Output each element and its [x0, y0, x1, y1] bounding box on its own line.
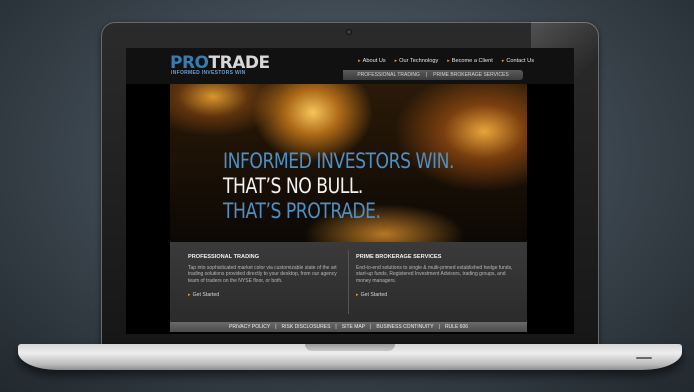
panel-title: PROFESSIONAL TRADING [188, 254, 260, 260]
hero-headline-1: INFORMED INVESTORS WIN. [223, 149, 454, 173]
panel-divider [348, 250, 349, 314]
arrow-bullet-icon: ▸ [501, 58, 505, 64]
trackpad-notch [305, 344, 395, 351]
nav-our-technology[interactable]: ▸ Our Technology [395, 58, 439, 64]
footer-separator: | [438, 324, 440, 330]
footer-separator: | [335, 324, 337, 330]
panel-body: End-to-end solutions to single & multi-p… [356, 265, 513, 284]
nav-label: Our Technology [399, 58, 439, 64]
service-panels: PROFESSIONAL TRADING Tap into sophistica… [170, 242, 527, 322]
hero-headline-2: THAT’S NO BULL. [223, 174, 363, 198]
service-bar: PROFESSIONAL TRADING | PRIME BROKERAGE S… [343, 70, 523, 80]
footer-link-rule-606[interactable]: RULE 606 [445, 324, 468, 330]
service-separator: | [425, 72, 428, 78]
footer-link-business-continuity[interactable]: BUSINESS CONTINUITY [376, 324, 433, 330]
logo-tagline: INFORMED INVESTORS WIN [171, 70, 246, 76]
webcam-icon [347, 30, 351, 34]
footer-separator: | [275, 324, 277, 330]
nav-label: Become a Client [451, 58, 493, 64]
arrow-bullet-icon: ▸ [188, 292, 191, 299]
laptop-screen: PROTRADE INFORMED INVESTORS WIN ▸ About U… [126, 48, 574, 334]
cta-label: Get Started [360, 292, 388, 299]
nav-contact-us[interactable]: ▸ Contact Us [502, 58, 534, 64]
service-link-prime-brokerage[interactable]: PRIME BROKERAGE SERVICES [433, 72, 508, 78]
panel-body: Tap into sophisticated market color via … [188, 265, 337, 284]
arrow-bullet-icon: ▸ [394, 58, 398, 64]
get-started-link[interactable]: ▸ Get Started [356, 292, 516, 298]
panel-title: PRIME BROKERAGE SERVICES [356, 254, 442, 260]
cta-label: Get Started [192, 292, 220, 299]
get-started-link[interactable]: ▸ Get Started [188, 292, 348, 298]
laptop-base [18, 344, 682, 370]
arrow-bullet-icon: ▸ [356, 292, 359, 299]
arrow-bullet-icon: ▸ [358, 58, 361, 64]
footer-link-privacy-policy[interactable]: PRIVACY POLICY [229, 324, 270, 330]
hero-banner: INFORMED INVESTORS WIN. THAT’S NO BULL. … [170, 84, 527, 242]
footer-separator: | [370, 324, 372, 330]
service-link-professional-trading[interactable]: PROFESSIONAL TRADING [357, 72, 420, 78]
sleep-indicator-icon [636, 357, 652, 359]
arrow-bullet-icon: ▸ [447, 58, 450, 64]
footer-link-site-map[interactable]: SITE MAP [342, 324, 365, 330]
nav-label: Contact Us [506, 58, 534, 64]
nav-become-a-client[interactable]: ▸ Become a Client [447, 58, 493, 64]
footer-bar: PRIVACY POLICY | RISK DISCLOSURES | SITE… [170, 322, 527, 332]
panel-professional-trading: PROFESSIONAL TRADING Tap into sophistica… [188, 254, 348, 298]
nav-label: About Us [362, 58, 386, 64]
hero-headline-3: THAT’S PROTRADE. [223, 199, 381, 223]
panel-prime-brokerage: PRIME BROKERAGE SERVICES End-to-end solu… [356, 254, 516, 298]
nav-about-us[interactable]: ▸ About Us [358, 58, 386, 64]
top-nav: ▸ About Us ▸ Our Technology ▸ Become a Clie… [358, 58, 534, 64]
footer-link-risk-disclosures[interactable]: RISK DISCLOSURES [282, 324, 331, 330]
site-header: PROTRADE INFORMED INVESTORS WIN ▸ About U… [126, 48, 574, 84]
